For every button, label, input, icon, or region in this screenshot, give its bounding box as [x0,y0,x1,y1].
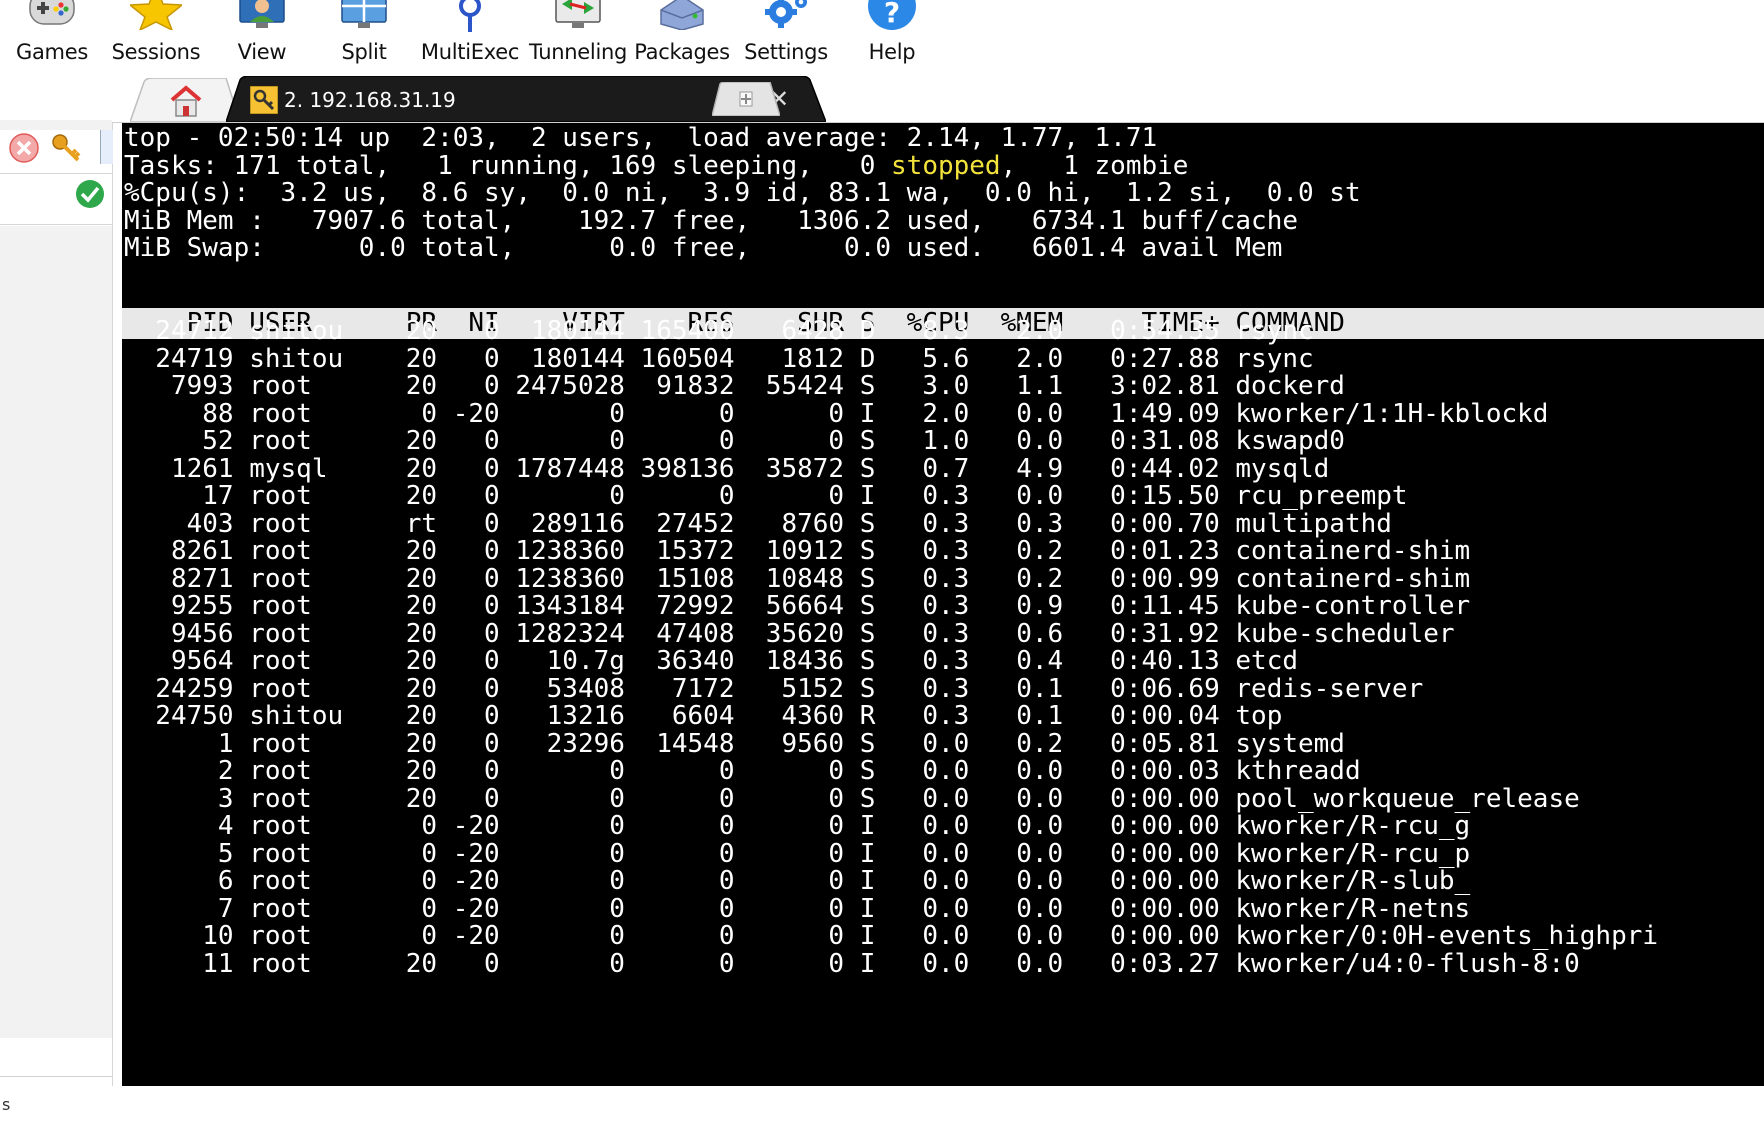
gear-icon [765,0,807,28]
fork-icon [459,0,481,32]
table-row: 1261 mysql 20 0 1787448 398136 35872 S 0… [124,453,1330,484]
packages-button[interactable]: Packages [632,0,732,72]
top-tasks-line: Tasks: 171 total, 1 running, 169 sleepin… [124,151,1188,182]
svg-text:?: ? [884,0,900,29]
sidebar-splitter-handle[interactable] [100,130,113,164]
main-toolbar: Games Sessions View Split MultiExec Tunn… [0,0,1764,72]
settings-button[interactable]: Settings [740,0,832,72]
help-icon: ? [868,0,916,30]
multiexec-label: MultiExec [420,40,520,64]
close-icon[interactable] [8,132,40,164]
table-row: 24712 shitou 20 0 180144 165400 6428 D 8… [124,316,1314,346]
table-row: 6 root 0 -20 0 0 0 I 0.0 0.0 0:00.00 kwo… [124,866,1471,896]
games-label: Games [16,40,88,64]
help-label: Help [868,40,916,64]
view-label: View [237,40,287,64]
table-row: 24750 shitou 20 0 13216 6604 4360 R 0.3 … [124,701,1283,731]
top-swap-line: MiB Swap: 0.0 total, 0.0 free, 0.0 used.… [124,233,1283,263]
sidebar-tree-area [0,120,112,1038]
tasks-text-end: , 1 zombie [1000,150,1189,181]
sessions-button[interactable]: Sessions [106,0,206,72]
table-row: 8261 root 20 0 1238360 15372 10912 S 0.3… [124,536,1471,566]
table-row: 5 root 0 -20 0 0 0 I 0.0 0.0 0:00.00 kwo… [124,838,1471,869]
table-row: 403 root rt 0 289116 27452 8760 S 0.3 0.… [124,508,1392,539]
table-row: 8271 root 20 0 1238360 15108 10848 S 0.3… [124,563,1471,594]
top-cpu-line: %Cpu(s): 3.2 us, 8.6 sy, 0.0 ni, 3.9 id,… [124,178,1361,208]
view-button[interactable]: View [224,0,300,72]
divider [0,224,112,225]
sessions-label: Sessions [111,40,201,64]
tab-home[interactable] [130,78,240,122]
table-row: 24259 root 20 0 53408 7172 5152 S 0.3 0.… [124,673,1424,704]
top-uptime-line: top - 02:50:14 up 2:03, 2 users, load av… [124,123,1158,153]
tab-bar: 2. 192.168.31.19 ✕ [112,72,1764,123]
table-row: 7993 root 20 0 2475028 91832 55424 S 3.0… [124,371,1345,401]
table-row: 9564 root 20 0 10.7g 36340 18436 S 0.3 0… [124,646,1298,676]
settings-label: Settings [744,40,828,64]
table-row: 24719 shitou 20 0 180144 160504 1812 D 5… [124,343,1314,374]
top-mem-line: MiB Mem : 7907.6 total, 192.7 free, 1306… [124,205,1298,236]
table-row: 11 root 20 0 0 0 0 I 0.0 0.0 0:03.27 kwo… [124,948,1580,979]
sessions-sidebar: s [0,72,113,1141]
divider [0,173,112,174]
help-button[interactable]: ? Help [852,0,932,72]
games-button[interactable]: Games [10,0,94,72]
tab-label: 2. 192.168.31.19 [284,88,456,112]
table-row: 88 root 0 -20 0 0 0 I 2.0 0.0 1:49.09 kw… [124,398,1549,429]
table-row: 52 root 20 0 0 0 0 S 1.0 0.0 0:31.08 ksw… [124,426,1345,456]
table-row: 9255 root 20 0 1343184 72992 56664 S 0.3… [124,591,1471,621]
tunnel-icon [555,0,601,28]
gamepad-icon [29,0,75,25]
sidebar-tools-panel [0,130,113,226]
table-row: 10 root 0 -20 0 0 0 I 0.0 0.0 0:00.00 kw… [124,921,1659,951]
monitor-user-icon [239,0,285,28]
table-row: 4 root 0 -20 0 0 0 I 0.0 0.0 0:00.00 kwo… [124,811,1471,841]
table-row: 17 root 20 0 0 0 0 I 0.3 0.0 0:15.50 rcu… [124,481,1408,511]
split-screen-icon [341,0,387,28]
plus-icon [739,91,753,107]
table-row: 7 root 0 -20 0 0 0 I 0.0 0.0 0:00.00 kwo… [124,893,1471,924]
package-icon [660,0,704,30]
table-row: 1 root 20 0 23296 14548 9560 S 0.0 0.2 0… [124,728,1345,759]
quick-connect-field[interactable] [0,72,112,121]
tunneling-button[interactable]: Tunneling [526,0,630,72]
table-row: 9456 root 20 0 1282324 47408 35620 S 0.3… [124,618,1455,649]
split-button[interactable]: Split [326,0,402,72]
table-row: 2 root 20 0 0 0 0 S 0.0 0.0 0:00.03 kthr… [124,756,1361,786]
tasks-stopped-highlight: stopped [891,150,1001,181]
tunneling-label: Tunneling [528,40,628,64]
key-icon[interactable] [50,132,82,164]
sidebar-bottom-text: s [2,1095,11,1114]
multiexec-button[interactable]: MultiExec [420,0,520,72]
table-row: 3 root 20 0 0 0 0 S 0.0 0.0 0:00.00 pool… [124,783,1580,814]
tasks-text: Tasks: 171 total, 1 running, 169 sleepin… [124,150,892,181]
new-tab-button[interactable] [712,82,780,116]
packages-label: Packages [634,40,730,64]
key-icon [250,86,278,114]
terminal-window[interactable]: top - 02:50:14 up 2:03, 2 users, load av… [122,123,1764,1086]
check-icon[interactable] [74,178,106,210]
split-label: Split [341,40,387,64]
star-icon [130,0,182,30]
